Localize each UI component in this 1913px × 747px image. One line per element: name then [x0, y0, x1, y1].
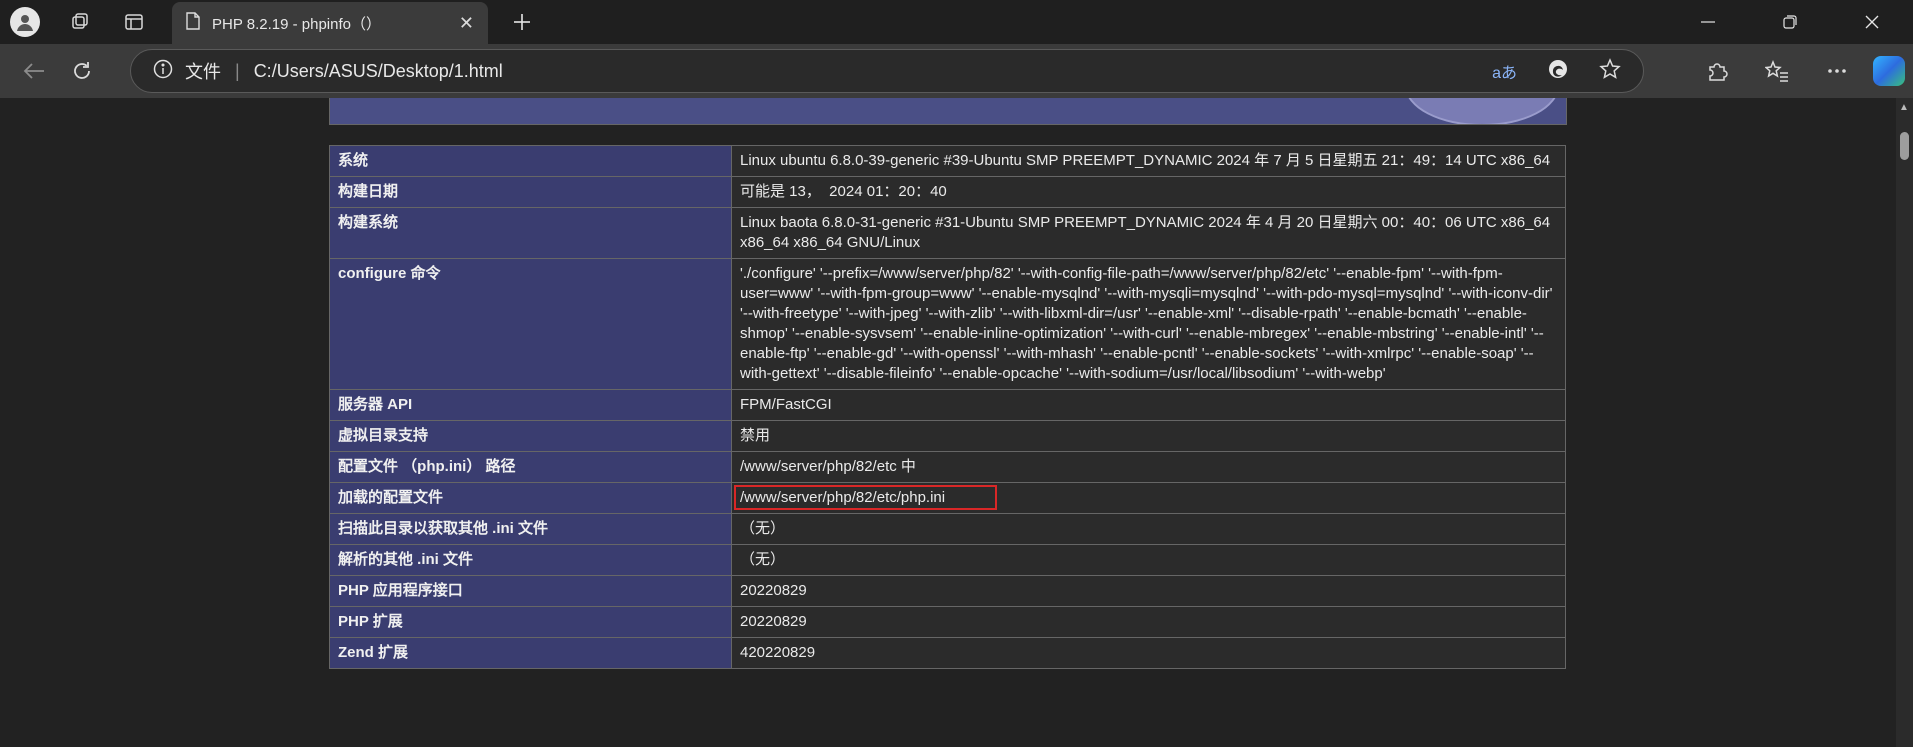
row-key: Zend 扩展 [329, 637, 732, 669]
row-value-text: 禁用 [740, 427, 771, 444]
window-controls [1667, 0, 1913, 44]
vertical-tabs-icon[interactable] [112, 0, 156, 44]
row-key: 构建系统 [329, 207, 732, 259]
copilot-icon[interactable] [1873, 56, 1905, 86]
table-row: 服务器 API FPM/FastCGI [329, 389, 1566, 421]
table-row: 构建系统 Linux baota 6.8.0-31-generic #31-Ubu… [329, 207, 1566, 259]
tab-strip: PHP 8.2.19 - phpinfo（） ✕ [0, 0, 1913, 44]
row-value-text: （无） [740, 551, 786, 568]
table-row: 虚拟目录支持 禁用 [329, 420, 1566, 452]
table-row: 解析的其他 .ini 文件 （无） [329, 544, 1566, 576]
row-key: configure 命令 [329, 258, 732, 390]
table-row: 加载的配置文件/www/server/php/82/etc/php.ini [329, 482, 1566, 514]
vertical-scrollbar[interactable]: ▲ [1896, 98, 1913, 747]
table-row: Zend 扩展 420220829 [329, 637, 1566, 669]
row-value-text: 20220829 [740, 613, 807, 630]
php-header-banner [329, 98, 1567, 125]
row-value: （无） [731, 513, 1566, 545]
site-label: 文件 [185, 62, 221, 82]
row-value: 20220829 [731, 575, 1566, 607]
minimize-icon[interactable] [1667, 0, 1749, 44]
table-row: configure 命令 './configure' '--prefix=/www… [329, 258, 1566, 390]
workspaces-icon[interactable] [58, 0, 102, 44]
row-key: 扫描此目录以获取其他 .ini 文件 [329, 513, 732, 545]
row-key: 构建日期 [329, 176, 732, 208]
active-tab[interactable]: PHP 8.2.19 - phpinfo（） ✕ [172, 2, 488, 44]
row-value-text: 可能是 13， 2024 01：20：40 [740, 183, 947, 200]
address-bar[interactable]: 文件 | C:/Users/ASUS/Desktop/1.html aあ [130, 49, 1644, 93]
table-row: 系统 Linux ubuntu 6.8.0-39-generic #39-Ubun… [329, 145, 1566, 177]
more-icon[interactable] [1807, 49, 1867, 93]
scroll-up-icon[interactable]: ▲ [1899, 102, 1909, 113]
close-window-icon[interactable] [1831, 0, 1913, 44]
row-key: 配置文件 （php.ini） 路径 [329, 451, 732, 483]
row-value-text: 420220829 [740, 644, 816, 661]
row-value-text: 20220829 [740, 582, 807, 599]
row-value-text: （无） [740, 520, 786, 537]
scrollbar-thumb[interactable] [1900, 132, 1909, 160]
table-row: 扫描此目录以获取其他 .ini 文件 （无） [329, 513, 1566, 545]
star-icon[interactable] [1599, 57, 1621, 85]
row-value-text: Linux baota 6.8.0-31-generic #31-Ubuntu … [740, 214, 1555, 251]
person-icon[interactable] [10, 7, 40, 37]
restore-icon[interactable] [1749, 0, 1831, 44]
info-icon[interactable] [153, 59, 173, 84]
row-value: Linux ubuntu 6.8.0-39-generic #39-Ubuntu… [731, 145, 1566, 177]
close-tab-icon[interactable]: ✕ [459, 13, 474, 34]
row-value-text: FPM/FastCGI [740, 396, 832, 413]
table-row: 构建日期 可能是 13， 2024 01：20：40 [329, 176, 1566, 208]
tab-title: PHP 8.2.19 - phpinfo（） [212, 15, 381, 33]
row-value: （无） [731, 544, 1566, 576]
row-value: /www/server/php/82/etc/php.ini [731, 482, 1566, 514]
table-row: PHP 扩展 20220829 [329, 606, 1566, 638]
edge-icon[interactable] [1547, 58, 1569, 85]
phpinfo-table: 系统 Linux ubuntu 6.8.0-39-generic #39-Ubun… [329, 145, 1566, 669]
read-aloud-icon[interactable]: aあ [1492, 59, 1517, 83]
row-key: 解析的其他 .ini 文件 [329, 544, 732, 576]
favorites-icon[interactable] [1747, 49, 1807, 93]
url-text[interactable]: C:/Users/ASUS/Desktop/1.html [254, 61, 1492, 82]
toolbar-right [1687, 44, 1913, 98]
row-key: 加载的配置文件 [329, 482, 732, 514]
row-key: 系统 [329, 145, 732, 177]
table-row: 配置文件 （php.ini） 路径/www/server/php/82/etc … [329, 451, 1566, 483]
row-key: PHP 扩展 [329, 606, 732, 638]
php-logo [1405, 98, 1559, 124]
row-key: PHP 应用程序接口 [329, 575, 732, 607]
row-value-text: './configure' '--prefix=/www/server/php/… [740, 265, 1557, 382]
plus-icon[interactable] [500, 0, 544, 44]
row-value: 20220829 [731, 606, 1566, 638]
back-arrow-icon[interactable] [12, 49, 56, 93]
refresh-icon[interactable] [60, 49, 104, 93]
row-value: Linux baota 6.8.0-31-generic #31-Ubuntu … [731, 207, 1566, 259]
row-key: 服务器 API [329, 389, 732, 421]
row-value-text: Linux ubuntu 6.8.0-39-generic #39-Ubuntu… [740, 152, 1551, 169]
row-key: 虚拟目录支持 [329, 420, 732, 452]
row-value: 可能是 13， 2024 01：20：40 [731, 176, 1566, 208]
row-value: './configure' '--prefix=/www/server/php/… [731, 258, 1566, 390]
puzzle-icon[interactable] [1687, 49, 1747, 93]
browser-toolbar: 文件 | C:/Users/ASUS/Desktop/1.html aあ [0, 44, 1913, 98]
page-viewport: 系统 Linux ubuntu 6.8.0-39-generic #39-Ubun… [0, 98, 1896, 747]
row-value: 420220829 [731, 637, 1566, 669]
row-value: FPM/FastCGI [731, 389, 1566, 421]
separator: | [235, 60, 240, 81]
row-value-text: /www/server/php/82/etc 中 [740, 458, 916, 475]
table-row: PHP 应用程序接口 20220829 [329, 575, 1566, 607]
row-value: /www/server/php/82/etc 中 [731, 451, 1566, 483]
page-icon [186, 12, 200, 34]
row-value-text: /www/server/php/82/etc/php.ini [740, 489, 946, 506]
row-value: 禁用 [731, 420, 1566, 452]
